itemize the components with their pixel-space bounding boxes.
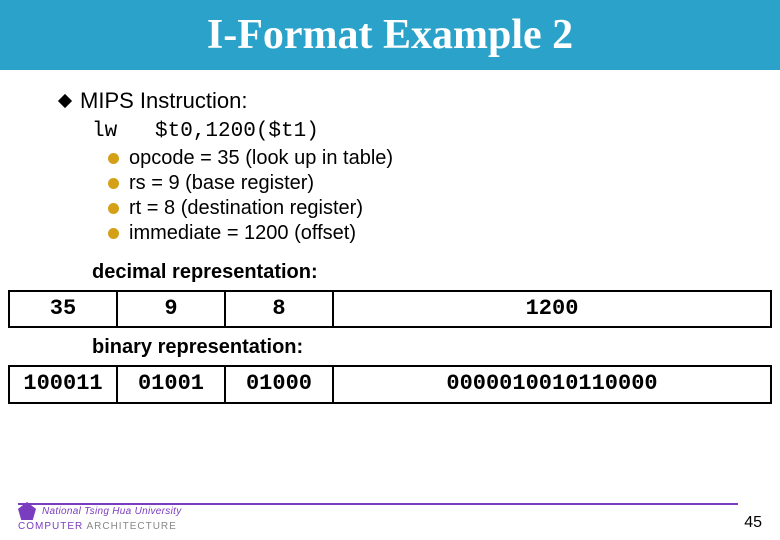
slide-content: MIPS Instruction: lw $t0,1200($t1) opcod… [0,70,780,284]
page-number: 45 [744,514,762,532]
footer-branding: National Tsing Hua University COMPUTER A… [18,502,182,532]
binary-opcode-cell: 100011 [8,365,118,403]
list-item: opcode = 35 (look up in table) [108,147,730,170]
university-name: National Tsing Hua University [42,506,182,517]
university-branding: National Tsing Hua University [18,502,182,520]
binary-field-row: 100011 01001 01000 0000010010110000 [8,365,772,403]
binary-rt-cell: 01000 [226,365,334,403]
list-item: rt = 8 (destination register) [108,197,730,220]
dot-bullet-icon [108,178,119,189]
slide-footer: National Tsing Hua University COMPUTER A… [0,496,780,540]
slide-content-2: binary representation: [0,336,780,359]
dept-architecture: ARCHITECTURE [86,521,176,532]
department-line: COMPUTER ARCHITECTURE [18,521,182,532]
diamond-bullet-icon [58,94,72,108]
dot-bullet-icon [108,228,119,239]
decimal-field-row: 35 9 8 1200 [8,290,772,328]
mips-instruction-code: lw $t0,1200($t1) [92,120,730,143]
title-bar: I-Format Example 2 [0,0,780,70]
field-breakdown-list: opcode = 35 (look up in table) rs = 9 (b… [108,147,730,245]
list-item: rs = 9 (base register) [108,172,730,195]
decimal-immediate-cell: 1200 [334,290,772,328]
decimal-rs-cell: 9 [118,290,226,328]
university-logo-icon [18,502,36,520]
dot-bullet-icon [108,153,119,164]
list-item: immediate = 1200 (offset) [108,222,730,245]
list-item-text: immediate = 1200 (offset) [129,222,356,245]
dot-bullet-icon [108,203,119,214]
decimal-representation-label: decimal representation: [92,261,730,284]
decimal-opcode-cell: 35 [8,290,118,328]
dept-computer: COMPUTER [18,521,83,532]
binary-immediate-cell: 0000010010110000 [334,365,772,403]
list-item-text: rt = 8 (destination register) [129,197,363,220]
list-item-text: opcode = 35 (look up in table) [129,147,393,170]
main-bullet: MIPS Instruction: [60,88,730,114]
binary-representation-label: binary representation: [92,336,730,359]
list-item-text: rs = 9 (base register) [129,172,314,195]
binary-rs-cell: 01001 [118,365,226,403]
slide-title: I-Format Example 2 [207,11,573,59]
decimal-rt-cell: 8 [226,290,334,328]
main-bullet-text: MIPS Instruction: [80,88,248,114]
